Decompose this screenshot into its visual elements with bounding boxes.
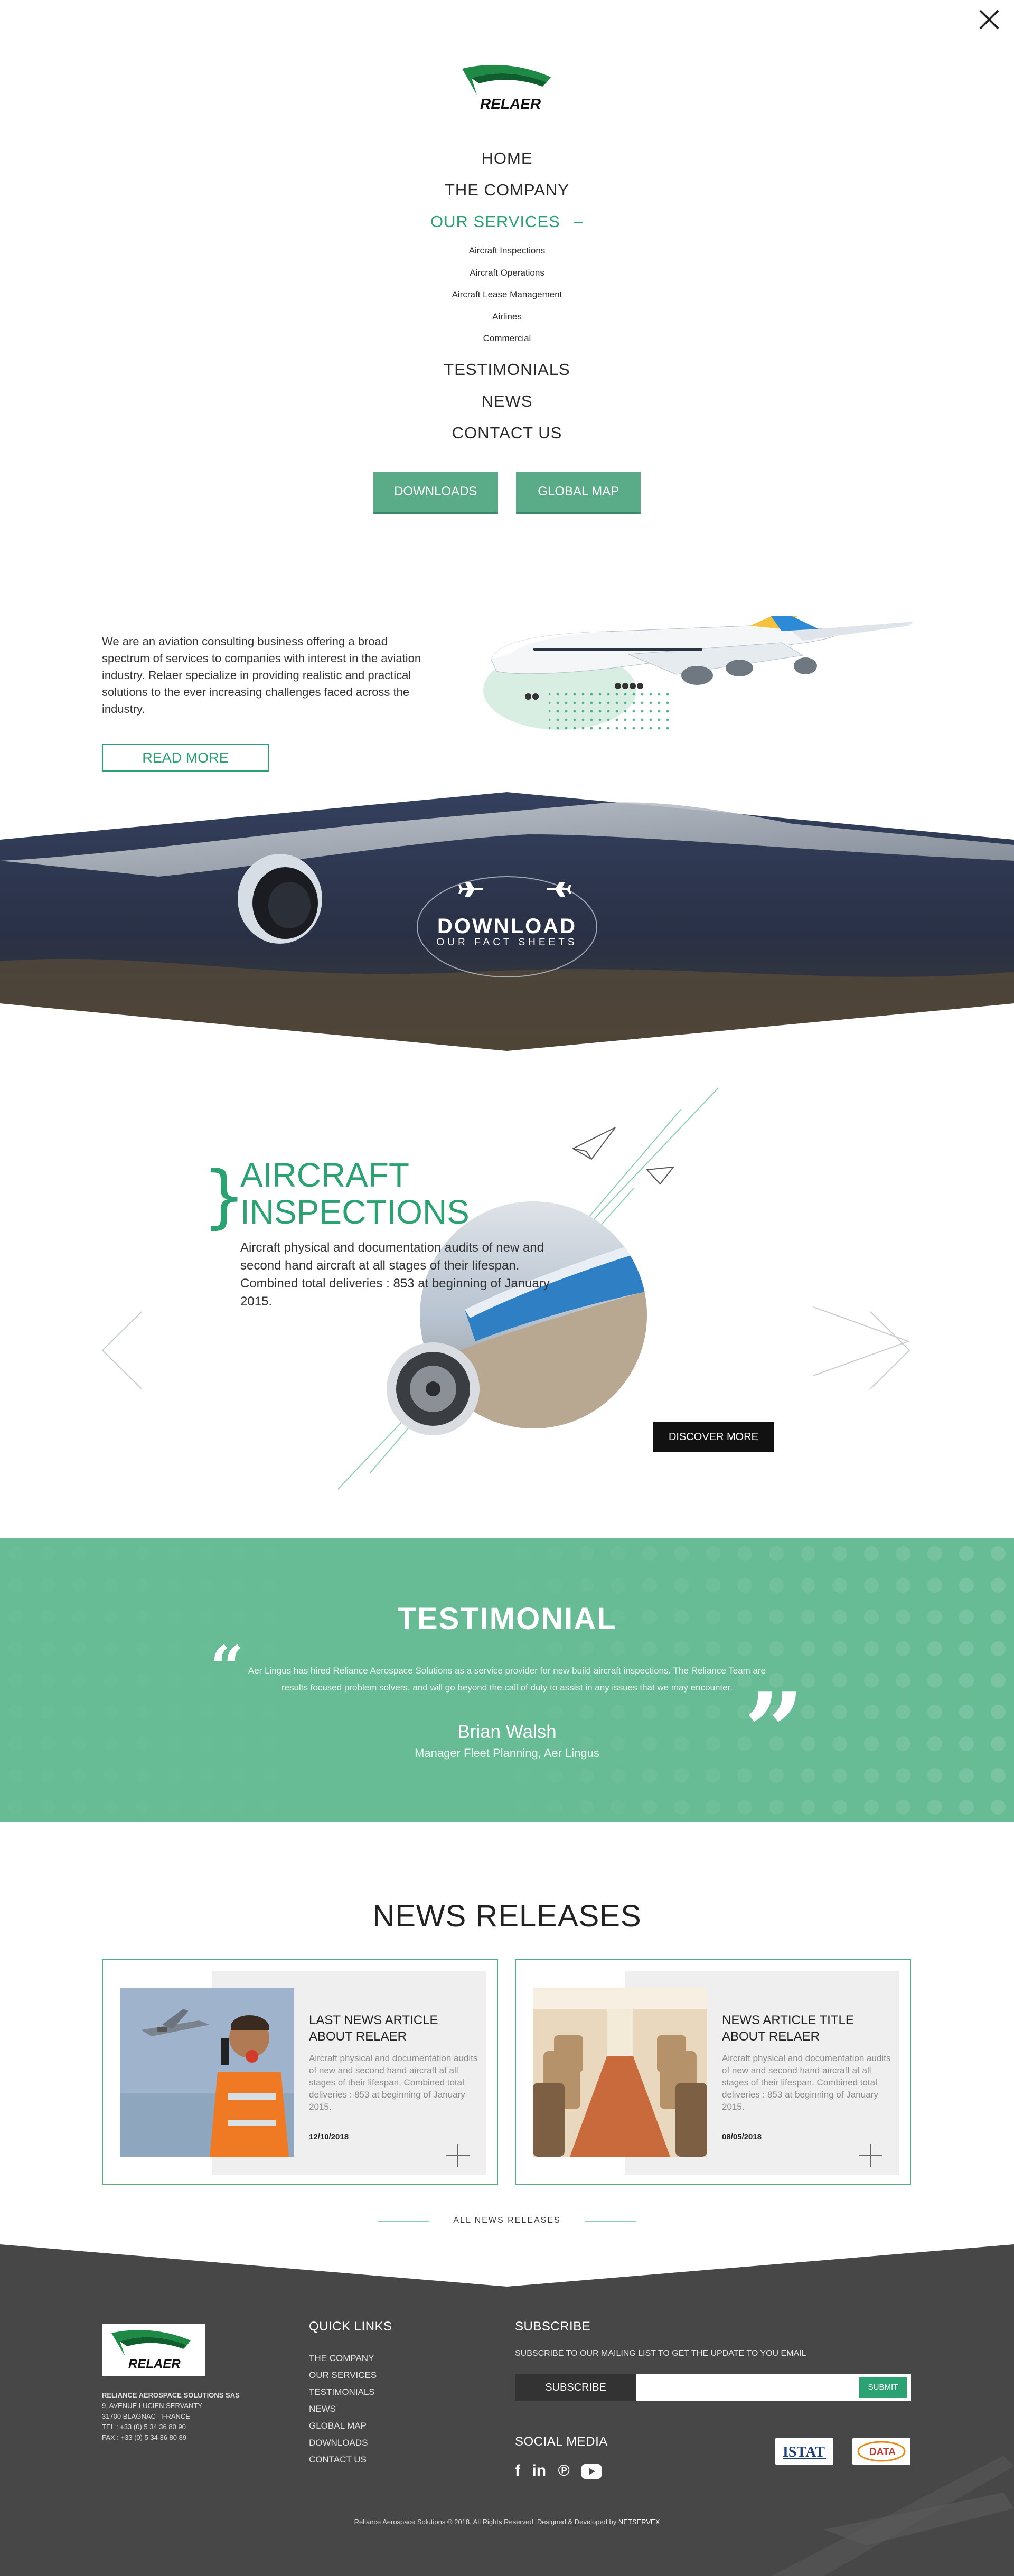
footer-link-news[interactable]: NEWS bbox=[309, 2401, 377, 2418]
title-brace-icon: } bbox=[202, 1156, 246, 1236]
news-card-date: 12/10/2018 bbox=[309, 2132, 349, 2141]
close-icon[interactable] bbox=[976, 6, 1002, 33]
testimonial-title: TESTIMONIAL bbox=[397, 1602, 617, 1636]
nav-testimonials[interactable]: TESTIMONIALS bbox=[0, 354, 1014, 386]
global-map-button[interactable]: GLOBAL MAP bbox=[516, 472, 641, 514]
slider-prev-arrow-icon[interactable] bbox=[100, 1311, 143, 1390]
download-fact-sheets-banner[interactable]: DOWNLOAD OUR FACT SHEETS bbox=[0, 792, 1014, 1051]
submit-button[interactable]: SUBMIT bbox=[859, 2377, 907, 2398]
navigation-menu-overlay: RELAER HOME THE COMPANY OUR SERVICES – Ai… bbox=[0, 0, 1014, 618]
nav-news[interactable]: NEWS bbox=[0, 386, 1014, 417]
discover-more-button[interactable]: DISCOVER MORE bbox=[653, 1422, 774, 1452]
svg-text:RELAER: RELAER bbox=[128, 2357, 181, 2371]
menu-button-row: DOWNLOADS GLOBAL MAP bbox=[0, 472, 1014, 514]
main-nav: HOME THE COMPANY OUR SERVICES – Aircraft … bbox=[0, 143, 1014, 449]
phone-number: TEL : +33 (0) 5 34 36 80 90 bbox=[102, 2423, 186, 2431]
plus-icon[interactable] bbox=[446, 2144, 470, 2167]
news-title: NEWS RELEASES bbox=[372, 1899, 642, 1933]
quick-links-list: THE COMPANY OUR SERVICES TESTIMONIALS NE… bbox=[309, 2350, 377, 2468]
collapse-dash-icon[interactable]: – bbox=[574, 212, 584, 231]
nav-our-services-label: OUR SERVICES bbox=[430, 212, 560, 231]
data-partner-logo[interactable]: DATA bbox=[852, 2438, 910, 2465]
nav-sub-aircraft-operations[interactable]: Aircraft Operations bbox=[0, 262, 1014, 284]
copyright-notice: Reliance Aerospace Solutions © 2018. All… bbox=[0, 2518, 1014, 2526]
services-slider: } AIRCRAFT INSPECTIONS Aircraft physical… bbox=[0, 1067, 1014, 1521]
nav-our-services[interactable]: OUR SERVICES – bbox=[0, 206, 1014, 238]
news-section: NEWS RELEASES LAST NEWS ARTICLE ABOUT RE… bbox=[0, 1822, 1014, 2244]
footer-link-global-map[interactable]: GLOBAL MAP bbox=[309, 2418, 377, 2434]
copyright-text: Reliance Aerospace Solutions © 2018. All… bbox=[354, 2518, 618, 2526]
read-more-button[interactable]: READ MORE bbox=[102, 744, 269, 772]
nav-sub-aircraft-inspections[interactable]: Aircraft Inspections bbox=[0, 240, 1014, 262]
svg-text:ISTAT: ISTAT bbox=[783, 2444, 825, 2460]
news-photo-cabin bbox=[533, 1988, 707, 2157]
subscribe-form: SUBSCRIBE SUBMIT bbox=[515, 2374, 911, 2401]
all-news-releases-link[interactable]: ALL NEWS RELEASES bbox=[0, 2216, 1014, 2225]
email-input[interactable] bbox=[637, 2374, 843, 2401]
about-text: We are an aviation consulting business o… bbox=[102, 635, 421, 716]
news-card[interactable]: LAST NEWS ARTICLE ABOUT RELAER Aircraft … bbox=[102, 1959, 498, 2185]
service-description: Aircraft physical and documentation audi… bbox=[240, 1240, 550, 1309]
nav-contact-us[interactable]: CONTACT US bbox=[0, 417, 1014, 449]
slider-next-arrow-icon[interactable] bbox=[869, 1311, 912, 1390]
data-logo: DATA bbox=[857, 2441, 906, 2462]
pinterest-icon[interactable]: ℗ bbox=[558, 2462, 570, 2480]
service-title-line1: AIRCRAFT bbox=[240, 1156, 409, 1194]
banner-title: DOWNLOAD bbox=[437, 915, 577, 938]
news-card-excerpt: Aircraft physical and documentation audi… bbox=[309, 2053, 478, 2112]
youtube-icon[interactable] bbox=[581, 2462, 602, 2480]
social-media-heading: SOCIAL MEDIA bbox=[515, 2434, 608, 2449]
news-card-excerpt: Aircraft physical and documentation audi… bbox=[722, 2053, 891, 2112]
footer-logo[interactable]: RELAER bbox=[102, 2324, 205, 2376]
service-title: AIRCRAFT INSPECTIONS bbox=[240, 1157, 470, 1230]
social-icons: f in ℗ bbox=[515, 2462, 611, 2480]
subscribe-heading: SUBSCRIBE bbox=[515, 2319, 591, 2334]
nav-sub-commercial[interactable]: Commercial bbox=[0, 327, 1014, 350]
testimonial-section: TESTIMONIAL “ ” Aer Lingus has hired Rel… bbox=[0, 1538, 1014, 1822]
istat-partner-logo[interactable]: ISTAT bbox=[775, 2438, 833, 2465]
news-card-headline[interactable]: LAST NEWS ARTICLE ABOUT RELAER bbox=[309, 2012, 478, 2045]
plus-icon[interactable] bbox=[859, 2144, 882, 2167]
footer-link-downloads[interactable]: DOWNLOADS bbox=[309, 2434, 377, 2451]
about-section: We are an aviation consulting business o… bbox=[0, 616, 1014, 792]
testimonial-role: Manager Fleet Planning, Aer Lingus bbox=[415, 1746, 599, 1760]
footer-link-contact-us[interactable]: CONTACT US bbox=[309, 2451, 377, 2468]
site-footer: RELAER RELIANCE AEROSPACE SOLUTIONS SAS … bbox=[0, 2244, 1014, 2576]
nav-home[interactable]: HOME bbox=[0, 143, 1014, 174]
subscribe-label: SUBSCRIBE bbox=[515, 2374, 636, 2401]
services-submenu: Aircraft Inspections Aircraft Operations… bbox=[0, 238, 1014, 354]
developer-link[interactable]: NETSERVEX bbox=[618, 2518, 660, 2526]
relaer-logo: RELAER bbox=[111, 2330, 191, 2371]
quick-links-heading: QUICK LINKS bbox=[309, 2319, 392, 2334]
fax-number: FAX : +33 (0) 5 34 36 80 89 bbox=[102, 2433, 187, 2441]
svg-text:DATA: DATA bbox=[869, 2447, 896, 2458]
airliner-image bbox=[483, 616, 914, 735]
company-name: RELIANCE AEROSPACE SOLUTIONS SAS bbox=[102, 2391, 240, 2399]
footer-link-testimonials[interactable]: TESTIMONIALS bbox=[309, 2384, 377, 2401]
svg-text:RELAER: RELAER bbox=[480, 96, 541, 112]
address-line1: 9, AVENUE LUCIEN SERVANTY bbox=[102, 2402, 203, 2410]
testimonial-quote: Aer Lingus has hired Reliance Aerospace … bbox=[248, 1666, 766, 1693]
facebook-icon[interactable]: f bbox=[515, 2462, 520, 2480]
footer-link-the-company[interactable]: THE COMPANY bbox=[309, 2350, 377, 2367]
nav-the-company[interactable]: THE COMPANY bbox=[0, 174, 1014, 206]
downloads-button[interactable]: DOWNLOADS bbox=[373, 472, 498, 514]
news-card[interactable]: NEWS ARTICLE TITLE ABOUT RELAER Aircraft… bbox=[515, 1959, 911, 2185]
news-photo-technician bbox=[120, 1988, 294, 2157]
istat-logo: ISTAT bbox=[783, 2444, 826, 2460]
testimonial-author: Brian Walsh bbox=[457, 1722, 557, 1742]
footer-link-our-services[interactable]: OUR SERVICES bbox=[309, 2367, 377, 2384]
relaer-logo[interactable]: RELAER bbox=[457, 62, 557, 112]
nav-sub-airlines[interactable]: Airlines bbox=[0, 306, 1014, 328]
news-card-date: 08/05/2018 bbox=[722, 2132, 762, 2141]
address-line2: 31700 BLAGNAC - FRANCE bbox=[102, 2412, 190, 2420]
banner-subtitle: OUR FACT SHEETS bbox=[436, 937, 578, 948]
nav-sub-aircraft-lease-management[interactable]: Aircraft Lease Management bbox=[0, 284, 1014, 306]
service-title-line2: INSPECTIONS bbox=[240, 1193, 470, 1231]
linkedin-icon[interactable]: in bbox=[532, 2462, 546, 2480]
company-address: RELIANCE AEROSPACE SOLUTIONS SAS 9, AVEN… bbox=[102, 2390, 240, 2443]
news-card-headline[interactable]: NEWS ARTICLE TITLE ABOUT RELAER bbox=[722, 2012, 891, 2045]
subscribe-description: SUBSCRIBE TO OUR MAILING LIST TO GET THE… bbox=[515, 2349, 806, 2358]
divider-line bbox=[585, 2221, 636, 2222]
